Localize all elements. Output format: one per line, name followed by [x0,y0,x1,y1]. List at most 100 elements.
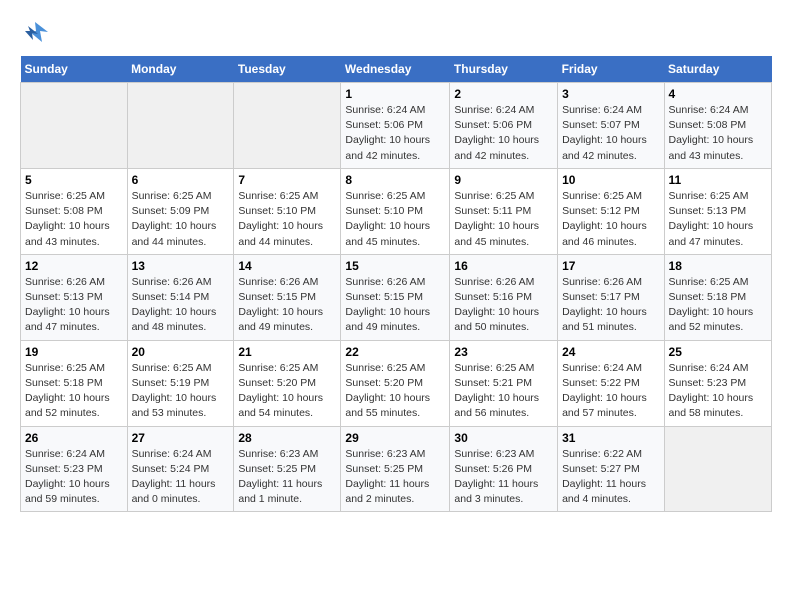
calendar-cell: 15Sunrise: 6:26 AM Sunset: 5:15 PM Dayli… [341,254,450,340]
calendar-cell: 21 Sunrise: 6:25 AM Sunset: 5:20 PM Dayli… [234,340,341,426]
day-info: Sunrise: 6:25 AM Sunset: 5:10 PM Dayligh… [238,190,323,248]
day-number: 2 [454,87,553,101]
day-info: Sunrise: 6:26 AM Sunset: 5:17 PM Dayligh… [562,276,647,334]
calendar-cell: 26 Sunrise: 6:24 AM Sunset: 5:23 PM Dayli… [21,426,128,512]
logo-bird-icon [20,18,50,46]
day-number: 16 [454,259,553,273]
day-info: Sunrise: 6:24 AM Sunset: 5:24 PM Dayligh… [132,448,216,506]
header-thursday: Thursday [450,56,558,83]
day-number: 30 [454,431,553,445]
day-number: 26 [25,431,123,445]
week-row-5: 26 Sunrise: 6:24 AM Sunset: 5:23 PM Dayli… [21,426,772,512]
calendar-cell: 2 Sunrise: 6:24 AM Sunset: 5:06 PM Daylig… [450,83,558,169]
week-row-1: 1 Sunrise: 6:24 AM Sunset: 5:06 PM Daylig… [21,83,772,169]
day-number: 22 [345,345,445,359]
day-info: Sunrise: 6:25 AM Sunset: 5:18 PM Dayligh… [669,276,754,334]
day-info: Sunrise: 6:25 AM Sunset: 5:12 PM Dayligh… [562,190,647,248]
day-info: Sunrise: 6:24 AM Sunset: 5:08 PM Dayligh… [669,104,754,162]
header-sunday: Sunday [21,56,128,83]
calendar-cell: 4Sunrise: 6:24 AM Sunset: 5:08 PM Daylig… [664,83,771,169]
week-row-2: 5 Sunrise: 6:25 AM Sunset: 5:08 PM Daylig… [21,168,772,254]
day-info: Sunrise: 6:26 AM Sunset: 5:13 PM Dayligh… [25,276,110,334]
day-number: 14 [238,259,336,273]
day-number: 21 [238,345,336,359]
day-info: Sunrise: 6:25 AM Sunset: 5:21 PM Dayligh… [454,362,539,420]
day-number: 7 [238,173,336,187]
calendar-cell: 23 Sunrise: 6:25 AM Sunset: 5:21 PM Dayli… [450,340,558,426]
calendar-cell: 28 Sunrise: 6:23 AM Sunset: 5:25 PM Dayli… [234,426,341,512]
calendar-cell: 9Sunrise: 6:25 AM Sunset: 5:11 PM Daylig… [450,168,558,254]
day-number: 11 [669,173,767,187]
day-number: 15 [345,259,445,273]
calendar-cell: 30 Sunrise: 6:23 AM Sunset: 5:26 PM Dayli… [450,426,558,512]
calendar-cell: 22Sunrise: 6:25 AM Sunset: 5:20 PM Dayli… [341,340,450,426]
day-info: Sunrise: 6:26 AM Sunset: 5:15 PM Dayligh… [238,276,323,334]
day-info: Sunrise: 6:25 AM Sunset: 5:11 PM Dayligh… [454,190,539,248]
calendar-cell: 25 Sunrise: 6:24 AM Sunset: 5:23 PM Dayli… [664,340,771,426]
calendar-cell: 7 Sunrise: 6:25 AM Sunset: 5:10 PM Daylig… [234,168,341,254]
calendar-cell: 8 Sunrise: 6:25 AM Sunset: 5:10 PM Daylig… [341,168,450,254]
logo [20,18,54,46]
day-info: Sunrise: 6:24 AM Sunset: 5:22 PM Dayligh… [562,362,647,420]
calendar-cell: 6Sunrise: 6:25 AM Sunset: 5:09 PM Daylig… [127,168,234,254]
day-number: 31 [562,431,659,445]
calendar-cell: 1 Sunrise: 6:24 AM Sunset: 5:06 PM Daylig… [341,83,450,169]
day-info: Sunrise: 6:25 AM Sunset: 5:10 PM Dayligh… [345,190,430,248]
day-number: 5 [25,173,123,187]
calendar-cell: 10 Sunrise: 6:25 AM Sunset: 5:12 PM Dayli… [558,168,664,254]
day-info: Sunrise: 6:25 AM Sunset: 5:18 PM Dayligh… [25,362,110,420]
day-info: Sunrise: 6:24 AM Sunset: 5:06 PM Dayligh… [454,104,539,162]
day-info: Sunrise: 6:24 AM Sunset: 5:07 PM Dayligh… [562,104,647,162]
calendar-cell [234,83,341,169]
calendar-cell [21,83,128,169]
day-info: Sunrise: 6:23 AM Sunset: 5:25 PM Dayligh… [238,448,322,506]
calendar-cell: 12 Sunrise: 6:26 AM Sunset: 5:13 PM Dayli… [21,254,128,340]
day-info: Sunrise: 6:25 AM Sunset: 5:19 PM Dayligh… [132,362,217,420]
day-number: 20 [132,345,230,359]
day-number: 27 [132,431,230,445]
day-info: Sunrise: 6:23 AM Sunset: 5:26 PM Dayligh… [454,448,538,506]
day-number: 10 [562,173,659,187]
day-number: 18 [669,259,767,273]
day-number: 1 [345,87,445,101]
day-info: Sunrise: 6:25 AM Sunset: 5:08 PM Dayligh… [25,190,110,248]
day-info: Sunrise: 6:26 AM Sunset: 5:16 PM Dayligh… [454,276,539,334]
day-number: 19 [25,345,123,359]
day-number: 13 [132,259,230,273]
calendar-cell: 17 Sunrise: 6:26 AM Sunset: 5:17 PM Dayli… [558,254,664,340]
day-info: Sunrise: 6:24 AM Sunset: 5:06 PM Dayligh… [345,104,430,162]
calendar-cell: 29 Sunrise: 6:23 AM Sunset: 5:25 PM Dayli… [341,426,450,512]
calendar-table: SundayMondayTuesdayWednesdayThursdayFrid… [20,56,772,512]
calendar-cell [664,426,771,512]
day-number: 6 [132,173,230,187]
day-number: 24 [562,345,659,359]
week-row-4: 19 Sunrise: 6:25 AM Sunset: 5:18 PM Dayli… [21,340,772,426]
calendar-cell: 18 Sunrise: 6:25 AM Sunset: 5:18 PM Dayli… [664,254,771,340]
header-friday: Friday [558,56,664,83]
day-number: 17 [562,259,659,273]
calendar-cell: 27 Sunrise: 6:24 AM Sunset: 5:24 PM Dayli… [127,426,234,512]
day-number: 28 [238,431,336,445]
day-number: 29 [345,431,445,445]
day-number: 12 [25,259,123,273]
calendar-cell [127,83,234,169]
calendar-cell: 11Sunrise: 6:25 AM Sunset: 5:13 PM Dayli… [664,168,771,254]
day-info: Sunrise: 6:24 AM Sunset: 5:23 PM Dayligh… [669,362,754,420]
week-row-3: 12 Sunrise: 6:26 AM Sunset: 5:13 PM Dayli… [21,254,772,340]
day-info: Sunrise: 6:23 AM Sunset: 5:25 PM Dayligh… [345,448,429,506]
calendar-cell: 14 Sunrise: 6:26 AM Sunset: 5:15 PM Dayli… [234,254,341,340]
calendar-cell: 24 Sunrise: 6:24 AM Sunset: 5:22 PM Dayli… [558,340,664,426]
day-number: 8 [345,173,445,187]
day-number: 23 [454,345,553,359]
day-number: 3 [562,87,659,101]
page: SundayMondayTuesdayWednesdayThursdayFrid… [0,0,792,530]
calendar-cell: 20 Sunrise: 6:25 AM Sunset: 5:19 PM Dayli… [127,340,234,426]
day-number: 25 [669,345,767,359]
header-wednesday: Wednesday [341,56,450,83]
day-info: Sunrise: 6:24 AM Sunset: 5:23 PM Dayligh… [25,448,110,506]
day-info: Sunrise: 6:25 AM Sunset: 5:20 PM Dayligh… [238,362,323,420]
calendar-cell: 19 Sunrise: 6:25 AM Sunset: 5:18 PM Dayli… [21,340,128,426]
calendar-cell: 3 Sunrise: 6:24 AM Sunset: 5:07 PM Daylig… [558,83,664,169]
header-monday: Monday [127,56,234,83]
day-info: Sunrise: 6:26 AM Sunset: 5:14 PM Dayligh… [132,276,217,334]
